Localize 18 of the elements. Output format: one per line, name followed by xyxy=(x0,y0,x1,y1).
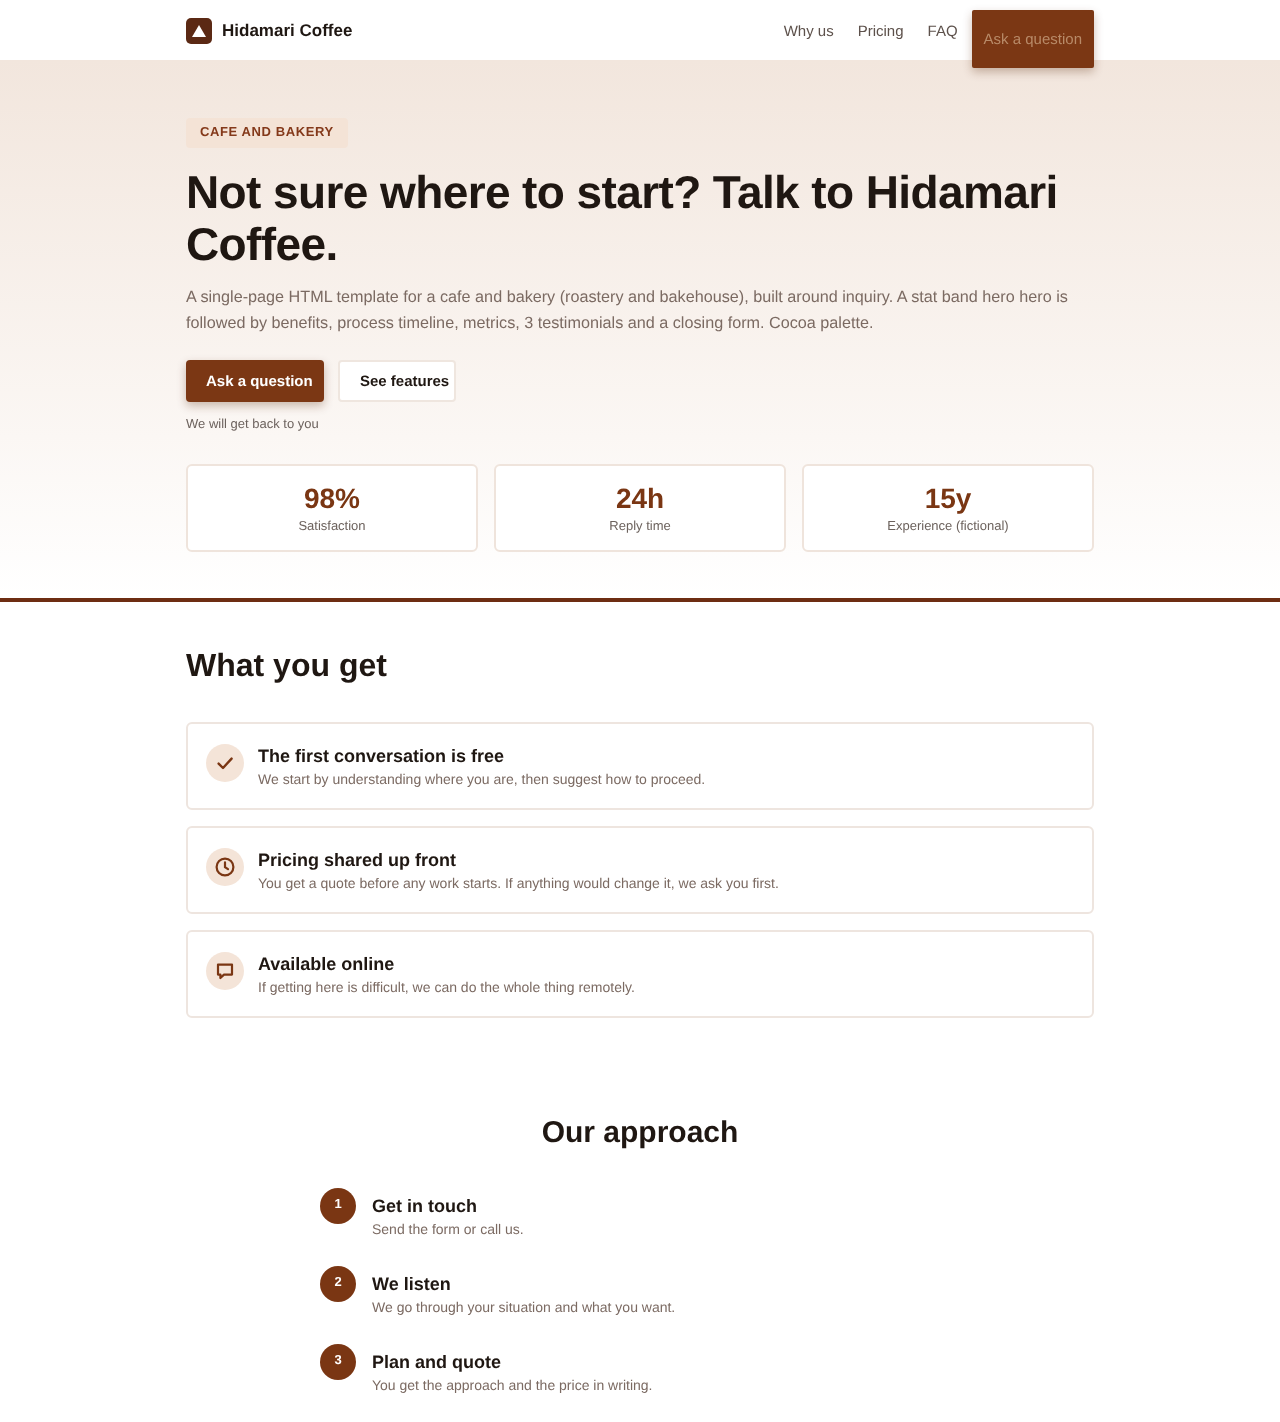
logo-icon xyxy=(186,17,212,43)
hero-description: A single-page HTML template for a cafe and bakery (roastery and bakehouse), built around inquiry. A stat band hero hero is followed by benefits, process timeline, metrics, 3 testimonials and a closing form. Cocoa palette. xyxy=(186,286,1070,336)
check-icon xyxy=(206,744,244,782)
step-title: Get in touch xyxy=(372,1194,479,1218)
benefit-title: Available online xyxy=(258,952,397,976)
stat-value: 15y xyxy=(924,482,972,516)
benefit-title: Pricing shared up front xyxy=(258,848,459,872)
chat-bubble-icon xyxy=(206,952,244,990)
step-title: We listen xyxy=(372,1272,453,1296)
clock-icon xyxy=(206,848,244,886)
stat-value: 24h xyxy=(615,482,665,516)
stat-value: 98% xyxy=(303,482,361,516)
brand-name: Hidamari Coffee xyxy=(222,20,353,40)
section-heading: What you get xyxy=(186,648,389,688)
hero-heading: Not sure where to start? Talk to Hidamari Coffee. xyxy=(186,166,1060,270)
section-heading: Our approach xyxy=(539,1114,741,1154)
benefit-title: The first conversation is free xyxy=(258,744,507,768)
step-title: Plan and quote xyxy=(372,1350,504,1374)
